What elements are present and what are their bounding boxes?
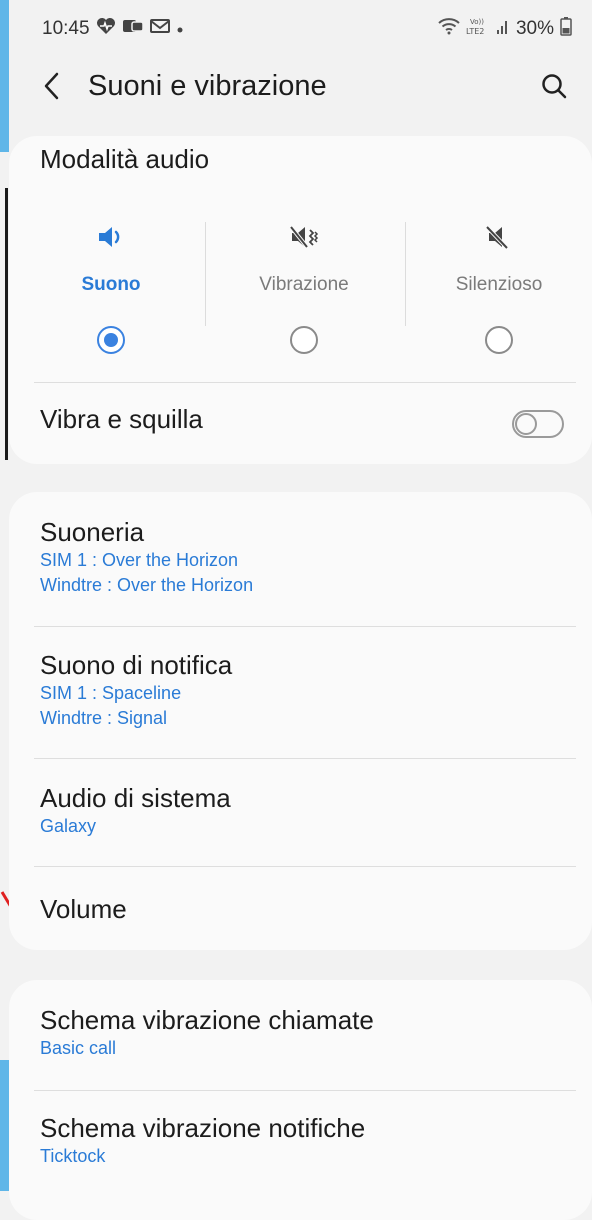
mode-sound-radio[interactable] bbox=[97, 326, 125, 354]
list-item-system-sound[interactable]: Audio di sistema Galaxy bbox=[40, 782, 572, 839]
divider bbox=[34, 866, 576, 867]
notification-vibration-title: Schema vibrazione notifiche bbox=[40, 1113, 366, 1143]
notification-sound-title: Suono di notifica bbox=[40, 650, 233, 680]
tones-card: Suoneria SIM 1 : Over the Horizon Windtr… bbox=[9, 492, 592, 950]
left-edge-strip-bottom bbox=[0, 1060, 9, 1191]
ringtone-title: Suoneria bbox=[40, 517, 145, 547]
speaker-icon bbox=[99, 227, 120, 247]
vibrate-and-ring-toggle[interactable] bbox=[512, 410, 564, 438]
ringtone-sim1: SIM 1 : Over the Horizon bbox=[40, 550, 239, 570]
audio-mode-card: Modalità audio Suono Vibrazione Silenzio… bbox=[9, 136, 592, 464]
mode-silent[interactable]: Silenzioso bbox=[401, 222, 592, 362]
divider bbox=[34, 626, 576, 627]
chevron-left-icon bbox=[44, 72, 59, 100]
search-button[interactable] bbox=[534, 68, 574, 104]
mode-silent-label: Silenzioso bbox=[455, 274, 543, 295]
battery-percentage: 30% bbox=[515, 18, 554, 39]
svg-text:LTE2: LTE2 bbox=[466, 27, 484, 36]
mode-silent-radio[interactable] bbox=[485, 326, 513, 354]
call-vibration-value: Basic call bbox=[40, 1038, 117, 1058]
system-sound-value: Galaxy bbox=[40, 816, 97, 836]
divider bbox=[34, 1090, 576, 1091]
status-time: 10:45 bbox=[42, 18, 90, 39]
gallery-notification-icon bbox=[122, 17, 144, 41]
volte-lte2-icon: Vo)) LTE2 bbox=[466, 16, 490, 42]
wifi-icon bbox=[438, 17, 460, 41]
status-bar: 10:45 Vo)) LTE2 30% bbox=[42, 14, 572, 44]
mode-sound[interactable]: Suono bbox=[13, 222, 209, 362]
dot-icon bbox=[176, 18, 184, 40]
gmail-icon bbox=[149, 18, 170, 40]
mode-vibrate-label: Vibrazione bbox=[259, 274, 349, 295]
list-item-call-vibration[interactable]: Schema vibrazione chiamate Basic call bbox=[40, 1004, 572, 1061]
app-bar: Suoni e vibrazione bbox=[0, 60, 592, 114]
system-sound-title: Audio di sistema bbox=[40, 783, 231, 813]
list-item-volume[interactable]: Volume bbox=[40, 893, 572, 925]
mute-icon bbox=[485, 225, 509, 250]
vibration-card: Schema vibrazione chiamate Basic call Sc… bbox=[9, 980, 592, 1220]
svg-text:Vo)): Vo)) bbox=[470, 18, 484, 26]
vibrate-icon bbox=[289, 225, 319, 249]
battery-icon bbox=[560, 16, 572, 42]
divider bbox=[34, 382, 576, 383]
heart-health-icon bbox=[96, 17, 116, 41]
signal-icon bbox=[496, 17, 510, 41]
mode-sound-label: Suono bbox=[81, 274, 141, 295]
left-edge-dark-line bbox=[5, 188, 8, 460]
notification-sound-sim1: SIM 1 : Spaceline bbox=[40, 683, 182, 703]
mode-vibrate-radio[interactable] bbox=[290, 326, 318, 354]
back-button[interactable] bbox=[36, 68, 68, 104]
search-icon bbox=[542, 74, 567, 99]
list-item-notification-sound[interactable]: Suono di notifica SIM 1 : Spaceline Wind… bbox=[40, 649, 572, 731]
call-vibration-title: Schema vibrazione chiamate bbox=[40, 1005, 374, 1035]
notification-sound-sim2: Windtre : Signal bbox=[40, 708, 168, 728]
vibrate-and-ring-label: Vibra e squilla bbox=[40, 404, 203, 434]
mode-vibrate[interactable]: Vibrazione bbox=[206, 222, 402, 362]
volume-title: Volume bbox=[40, 894, 127, 924]
notification-vibration-value: Ticktock bbox=[40, 1146, 106, 1166]
ringtone-sim2: Windtre : Over the Horizon bbox=[40, 575, 254, 595]
divider bbox=[34, 758, 576, 759]
list-item-ringtone[interactable]: Suoneria SIM 1 : Over the Horizon Windtr… bbox=[40, 516, 572, 598]
audio-mode-title: Modalità audio bbox=[40, 144, 210, 174]
list-item-notification-vibration[interactable]: Schema vibrazione notifiche Ticktock bbox=[40, 1112, 572, 1169]
page-title: Suoni e vibrazione bbox=[88, 70, 327, 102]
